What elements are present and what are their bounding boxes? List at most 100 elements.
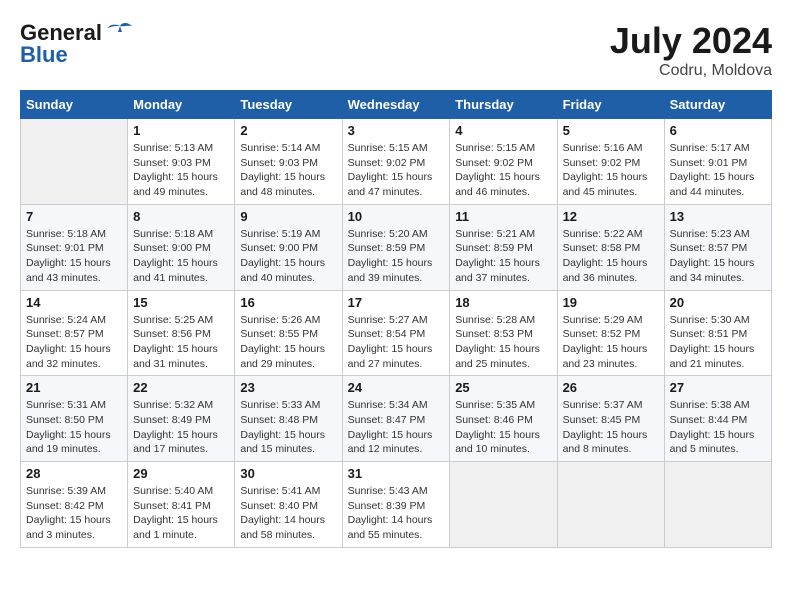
calendar-cell: 10 Sunrise: 5:20 AMSunset: 8:59 PMDayligh… (342, 204, 450, 290)
day-info: Sunrise: 5:14 AMSunset: 9:03 PMDaylight:… (240, 141, 336, 200)
day-number: 23 (240, 380, 336, 395)
calendar-cell: 20Sunrise: 5:30 AMSunset: 8:51 PMDayligh… (664, 290, 771, 376)
day-info: Sunrise: 5:41 AMSunset: 8:40 PMDaylight:… (240, 484, 336, 543)
calendar-cell: 6 Sunrise: 5:17 AMSunset: 9:01 PMDaylight… (664, 119, 771, 205)
calendar-cell: 31 Sunrise: 5:43 AMSunset: 8:39 PMDayligh… (342, 462, 450, 548)
calendar-cell: 11 Sunrise: 5:21 AMSunset: 8:59 PMDayligh… (450, 204, 557, 290)
month-year-title: July 2024 (610, 20, 772, 62)
calendar-cell: 18 Sunrise: 5:28 AMSunset: 8:53 PMDayligh… (450, 290, 557, 376)
title-block: July 2024 Codru, Moldova (610, 20, 772, 80)
calendar-cell (664, 462, 771, 548)
day-number: 9 (240, 209, 336, 224)
weekday-header-thursday: Thursday (450, 91, 557, 119)
calendar-cell: 22Sunrise: 5:32 AMSunset: 8:49 PMDayligh… (128, 376, 235, 462)
day-info: Sunrise: 5:27 AMSunset: 8:54 PMDaylight:… (348, 313, 445, 372)
calendar-cell: 19 Sunrise: 5:29 AMSunset: 8:52 PMDayligh… (557, 290, 664, 376)
day-number: 17 (348, 295, 445, 310)
calendar-table: SundayMondayTuesdayWednesdayThursdayFrid… (20, 90, 772, 548)
day-number: 21 (26, 380, 122, 395)
calendar-cell: 4 Sunrise: 5:15 AMSunset: 9:02 PMDaylight… (450, 119, 557, 205)
day-info: Sunrise: 5:39 AMSunset: 8:42 PMDaylight:… (26, 484, 122, 543)
calendar-cell: 26 Sunrise: 5:37 AMSunset: 8:45 PMDayligh… (557, 376, 664, 462)
calendar-cell: 25 Sunrise: 5:35 AMSunset: 8:46 PMDayligh… (450, 376, 557, 462)
calendar-cell: 12Sunrise: 5:22 AMSunset: 8:58 PMDayligh… (557, 204, 664, 290)
weekday-header-wednesday: Wednesday (342, 91, 450, 119)
day-info: Sunrise: 5:35 AMSunset: 8:46 PMDaylight:… (455, 398, 551, 457)
calendar-cell: 3Sunrise: 5:15 AMSunset: 9:02 PMDaylight… (342, 119, 450, 205)
day-info: Sunrise: 5:16 AMSunset: 9:02 PMDaylight:… (563, 141, 659, 200)
day-number: 26 (563, 380, 659, 395)
weekday-header-sunday: Sunday (21, 91, 128, 119)
weekday-header-friday: Friday (557, 91, 664, 119)
day-number: 31 (348, 466, 445, 481)
day-info: Sunrise: 5:15 AMSunset: 9:02 PMDaylight:… (348, 141, 445, 200)
day-number: 28 (26, 466, 122, 481)
day-info: Sunrise: 5:20 AMSunset: 8:59 PMDaylight:… (348, 227, 445, 286)
day-number: 30 (240, 466, 336, 481)
calendar-cell (21, 119, 128, 205)
day-number: 4 (455, 123, 551, 138)
logo-bird-icon (106, 22, 134, 44)
day-info: Sunrise: 5:32 AMSunset: 8:49 PMDaylight:… (133, 398, 229, 457)
day-info: Sunrise: 5:21 AMSunset: 8:59 PMDaylight:… (455, 227, 551, 286)
day-number: 2 (240, 123, 336, 138)
day-info: Sunrise: 5:24 AMSunset: 8:57 PMDaylight:… (26, 313, 122, 372)
page-header: General Blue July 2024 Codru, Moldova (20, 20, 772, 80)
day-info: Sunrise: 5:38 AMSunset: 8:44 PMDaylight:… (670, 398, 766, 457)
calendar-cell: 16 Sunrise: 5:26 AMSunset: 8:55 PMDayligh… (235, 290, 342, 376)
day-info: Sunrise: 5:25 AMSunset: 8:56 PMDaylight:… (133, 313, 229, 372)
logo-blue: Blue (20, 42, 68, 68)
day-number: 27 (670, 380, 766, 395)
calendar-cell: 13 Sunrise: 5:23 AMSunset: 8:57 PMDayligh… (664, 204, 771, 290)
weekday-header-tuesday: Tuesday (235, 91, 342, 119)
day-number: 18 (455, 295, 551, 310)
day-info: Sunrise: 5:29 AMSunset: 8:52 PMDaylight:… (563, 313, 659, 372)
day-number: 29 (133, 466, 229, 481)
calendar-cell (557, 462, 664, 548)
day-number: 14 (26, 295, 122, 310)
day-info: Sunrise: 5:34 AMSunset: 8:47 PMDaylight:… (348, 398, 445, 457)
calendar-cell: 9Sunrise: 5:19 AMSunset: 9:00 PMDaylight… (235, 204, 342, 290)
weekday-header-saturday: Saturday (664, 91, 771, 119)
day-info: Sunrise: 5:23 AMSunset: 8:57 PMDaylight:… (670, 227, 766, 286)
day-number: 5 (563, 123, 659, 138)
day-info: Sunrise: 5:26 AMSunset: 8:55 PMDaylight:… (240, 313, 336, 372)
calendar-cell: 17 Sunrise: 5:27 AMSunset: 8:54 PMDayligh… (342, 290, 450, 376)
day-number: 7 (26, 209, 122, 224)
calendar-cell: 29 Sunrise: 5:40 AMSunset: 8:41 PMDayligh… (128, 462, 235, 548)
day-number: 15 (133, 295, 229, 310)
day-info: Sunrise: 5:43 AMSunset: 8:39 PMDaylight:… (348, 484, 445, 543)
logo: General Blue (20, 20, 134, 68)
calendar-cell: 14 Sunrise: 5:24 AMSunset: 8:57 PMDayligh… (21, 290, 128, 376)
day-number: 10 (348, 209, 445, 224)
calendar-cell: 27 Sunrise: 5:38 AMSunset: 8:44 PMDayligh… (664, 376, 771, 462)
calendar-cell: 30 Sunrise: 5:41 AMSunset: 8:40 PMDayligh… (235, 462, 342, 548)
day-info: Sunrise: 5:40 AMSunset: 8:41 PMDaylight:… (133, 484, 229, 543)
day-number: 24 (348, 380, 445, 395)
calendar-cell: 24 Sunrise: 5:34 AMSunset: 8:47 PMDayligh… (342, 376, 450, 462)
day-number: 6 (670, 123, 766, 138)
day-number: 20 (670, 295, 766, 310)
day-number: 11 (455, 209, 551, 224)
day-number: 16 (240, 295, 336, 310)
day-info: Sunrise: 5:18 AMSunset: 9:00 PMDaylight:… (133, 227, 229, 286)
day-info: Sunrise: 5:37 AMSunset: 8:45 PMDaylight:… (563, 398, 659, 457)
calendar-cell: 21 Sunrise: 5:31 AMSunset: 8:50 PMDayligh… (21, 376, 128, 462)
day-number: 8 (133, 209, 229, 224)
calendar-cell (450, 462, 557, 548)
calendar-cell: 28 Sunrise: 5:39 AMSunset: 8:42 PMDayligh… (21, 462, 128, 548)
day-info: Sunrise: 5:31 AMSunset: 8:50 PMDaylight:… (26, 398, 122, 457)
day-number: 13 (670, 209, 766, 224)
day-number: 25 (455, 380, 551, 395)
day-number: 19 (563, 295, 659, 310)
calendar-cell: 1Sunrise: 5:13 AMSunset: 9:03 PMDaylight… (128, 119, 235, 205)
calendar-cell: 23Sunrise: 5:33 AMSunset: 8:48 PMDayligh… (235, 376, 342, 462)
day-info: Sunrise: 5:28 AMSunset: 8:53 PMDaylight:… (455, 313, 551, 372)
day-info: Sunrise: 5:17 AMSunset: 9:01 PMDaylight:… (670, 141, 766, 200)
calendar-cell: 8 Sunrise: 5:18 AMSunset: 9:00 PMDaylight… (128, 204, 235, 290)
day-number: 1 (133, 123, 229, 138)
calendar-cell: 15 Sunrise: 5:25 AMSunset: 8:56 PMDayligh… (128, 290, 235, 376)
day-info: Sunrise: 5:15 AMSunset: 9:02 PMDaylight:… (455, 141, 551, 200)
calendar-cell: 5 Sunrise: 5:16 AMSunset: 9:02 PMDaylight… (557, 119, 664, 205)
calendar-cell: 7Sunrise: 5:18 AMSunset: 9:01 PMDaylight… (21, 204, 128, 290)
